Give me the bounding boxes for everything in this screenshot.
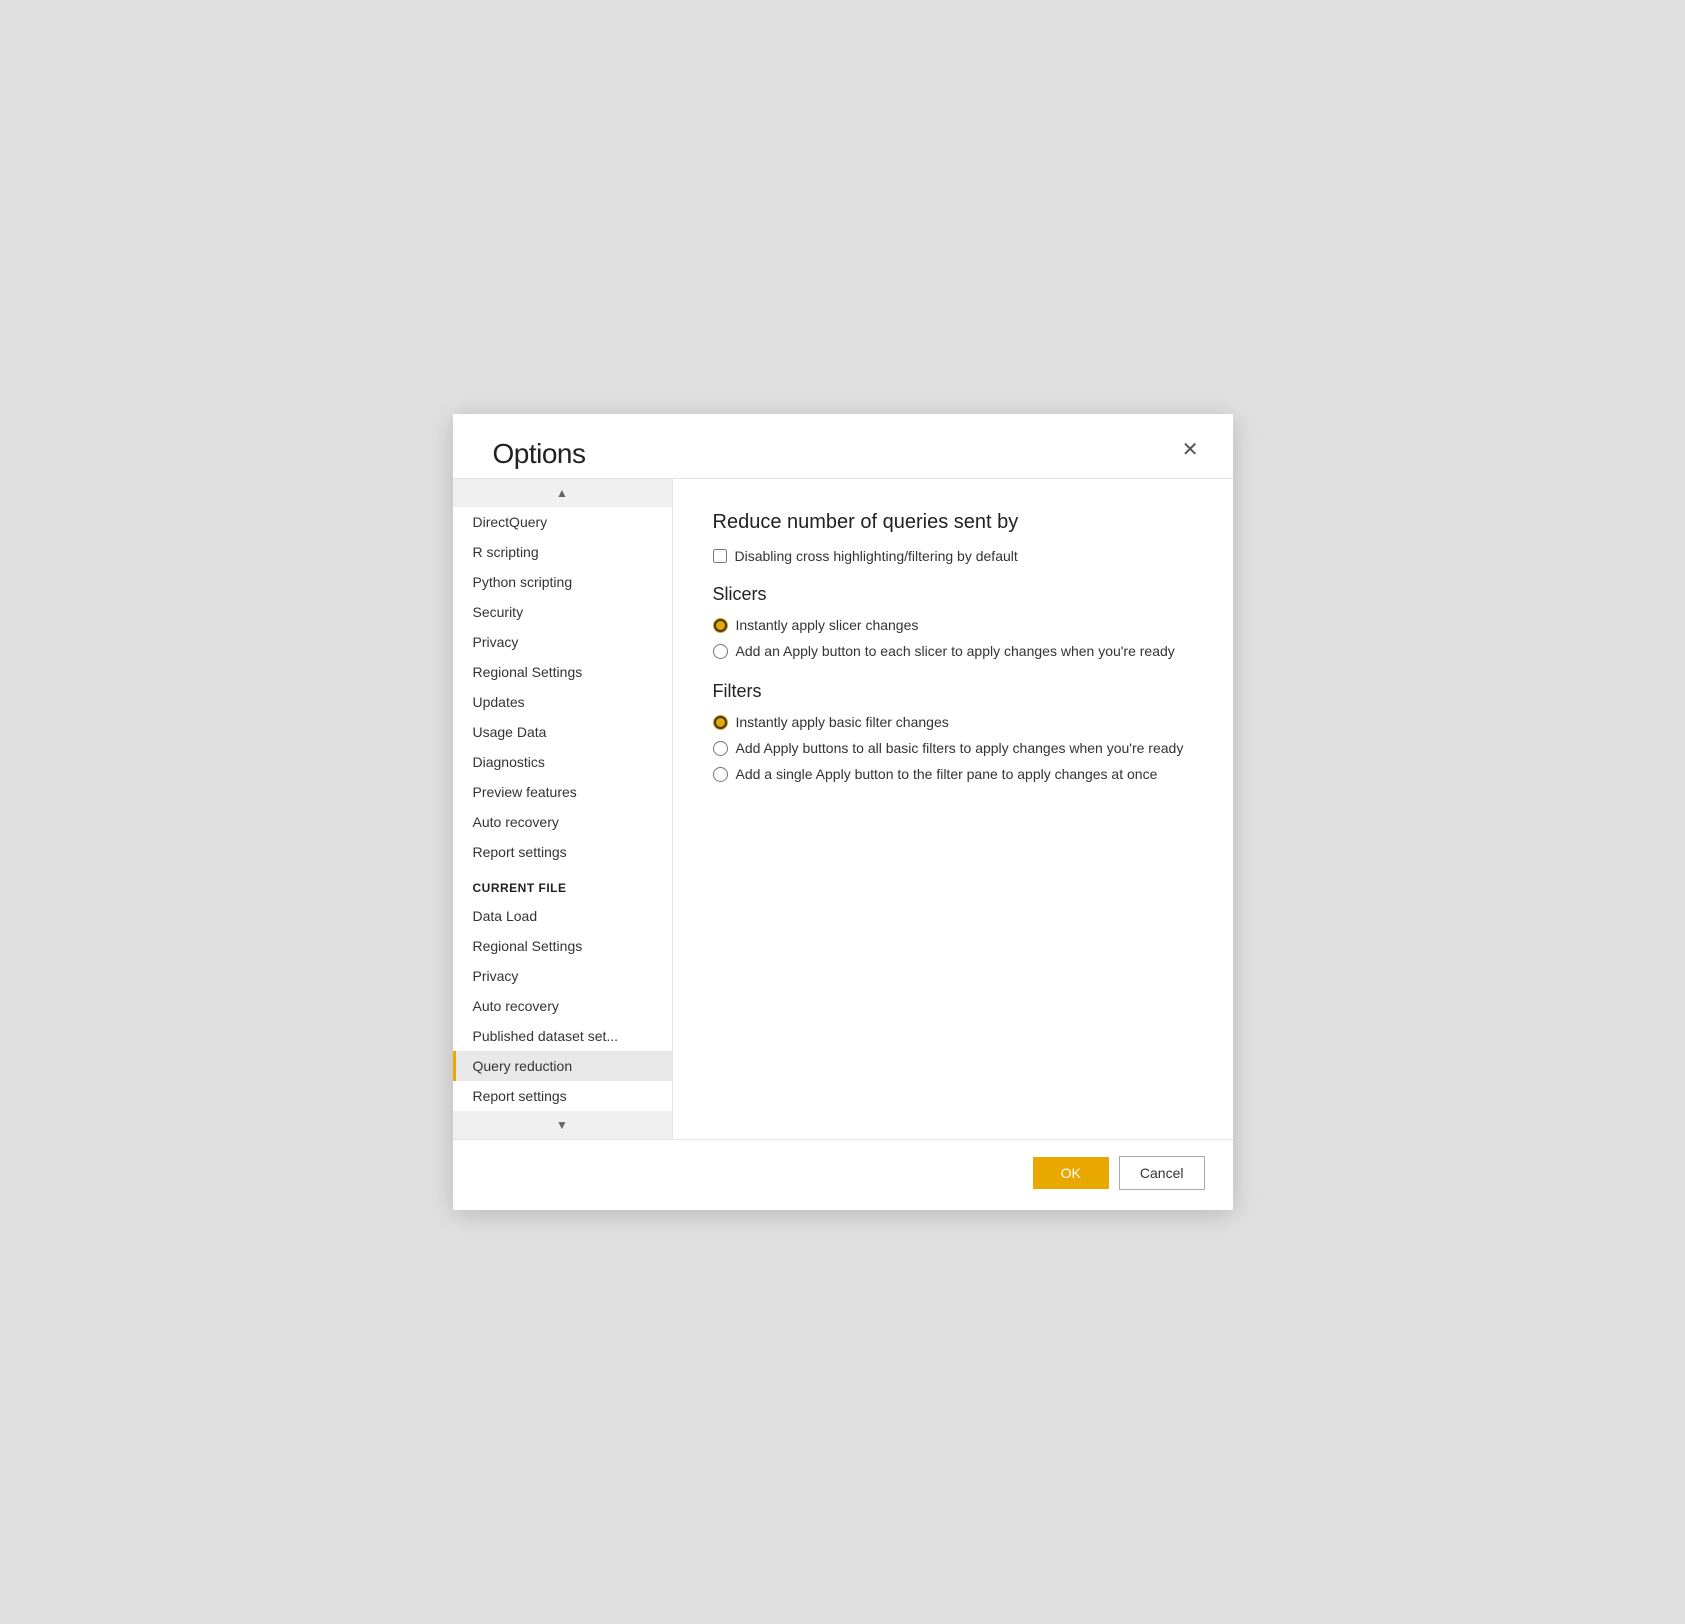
cross-highlight-label[interactable]: Disabling cross highlighting/filtering b… [735, 548, 1018, 564]
slicer-radio-row-1: Add an Apply button to each slicer to ap… [713, 643, 1193, 659]
filter-radio-row-1: Add Apply buttons to all basic filters t… [713, 740, 1193, 756]
sidebar-item-cf-privacy[interactable]: Privacy [453, 961, 672, 991]
cancel-button[interactable]: Cancel [1119, 1156, 1205, 1190]
close-button[interactable]: ✕ [1176, 438, 1205, 462]
sidebar-item-report-settings[interactable]: Report settings [453, 837, 672, 867]
ok-button[interactable]: OK [1033, 1157, 1109, 1189]
sidebar-item-preview-features[interactable]: Preview features [453, 777, 672, 807]
page-title: Reduce number of queries sent by [713, 511, 1193, 534]
sidebar-item-regional-settings[interactable]: Regional Settings [453, 657, 672, 687]
filter-radio-1[interactable] [713, 741, 728, 756]
filter-radio-label-1[interactable]: Add Apply buttons to all basic filters t… [736, 740, 1184, 756]
filter-radio-label-0[interactable]: Instantly apply basic filter changes [736, 714, 949, 730]
filter-radio-label-2[interactable]: Add a single Apply button to the filter … [736, 766, 1158, 782]
dialog-title: Options [493, 438, 586, 470]
sidebar-item-security[interactable]: Security [453, 597, 672, 627]
dialog-header: Options ✕ [453, 414, 1233, 478]
filters-title: Filters [713, 681, 1193, 702]
filter-radio-row-0: Instantly apply basic filter changes [713, 714, 1193, 730]
sidebar-item-published-dataset[interactable]: Published dataset set... [453, 1021, 672, 1051]
options-dialog: Options ✕ ▲ DirectQueryR scriptingPython… [453, 414, 1233, 1210]
chevron-down-icon: ▼ [556, 1118, 568, 1132]
slicer-radio-0[interactable] [713, 618, 728, 633]
slicer-radio-1[interactable] [713, 644, 728, 659]
sidebar-item-updates[interactable]: Updates [453, 687, 672, 717]
sidebar-item-usage-data[interactable]: Usage Data [453, 717, 672, 747]
filters-radio-group: Instantly apply basic filter changes Add … [713, 714, 1193, 782]
chevron-up-icon: ▲ [556, 486, 568, 500]
sidebar-scroll[interactable]: DirectQueryR scriptingPython scriptingSe… [453, 507, 672, 1111]
sidebar-item-cf-report-settings[interactable]: Report settings [453, 1081, 672, 1111]
sidebar-item-cf-auto-recovery[interactable]: Auto recovery [453, 991, 672, 1021]
slicer-radio-label-0[interactable]: Instantly apply slicer changes [736, 617, 919, 633]
sidebar-current-file-section: Data LoadRegional SettingsPrivacyAuto re… [453, 901, 672, 1111]
cross-highlight-row: Disabling cross highlighting/filtering b… [713, 548, 1193, 564]
sidebar-item-privacy[interactable]: Privacy [453, 627, 672, 657]
slicers-title: Slicers [713, 584, 1193, 605]
scroll-up-button[interactable]: ▲ [453, 479, 672, 507]
slicer-radio-label-1[interactable]: Add an Apply button to each slicer to ap… [736, 643, 1175, 659]
dialog-body: ▲ DirectQueryR scriptingPython scripting… [453, 478, 1233, 1139]
slicers-radio-group: Instantly apply slicer changes Add an App… [713, 617, 1193, 659]
dialog-footer: OK Cancel [453, 1139, 1233, 1210]
filter-radio-0[interactable] [713, 715, 728, 730]
main-content: Reduce number of queries sent by Disabli… [673, 479, 1233, 1139]
sidebar: ▲ DirectQueryR scriptingPython scripting… [453, 479, 673, 1139]
slicer-radio-row-0: Instantly apply slicer changes [713, 617, 1193, 633]
filter-radio-row-2: Add a single Apply button to the filter … [713, 766, 1193, 782]
sidebar-item-query-reduction[interactable]: Query reduction [453, 1051, 672, 1081]
filter-radio-2[interactable] [713, 767, 728, 782]
sidebar-item-data-load[interactable]: Data Load [453, 901, 672, 931]
sidebar-global-section: DirectQueryR scriptingPython scriptingSe… [453, 507, 672, 867]
sidebar-item-r-scripting[interactable]: R scripting [453, 537, 672, 567]
sidebar-item-auto-recovery[interactable]: Auto recovery [453, 807, 672, 837]
sidebar-item-cf-regional-settings[interactable]: Regional Settings [453, 931, 672, 961]
sidebar-item-python-scripting[interactable]: Python scripting [453, 567, 672, 597]
sidebar-item-directquery[interactable]: DirectQuery [453, 507, 672, 537]
cross-highlight-checkbox[interactable] [713, 549, 727, 563]
current-file-header: CURRENT FILE [453, 867, 672, 901]
scroll-down-button[interactable]: ▼ [453, 1111, 672, 1139]
sidebar-item-diagnostics[interactable]: Diagnostics [453, 747, 672, 777]
